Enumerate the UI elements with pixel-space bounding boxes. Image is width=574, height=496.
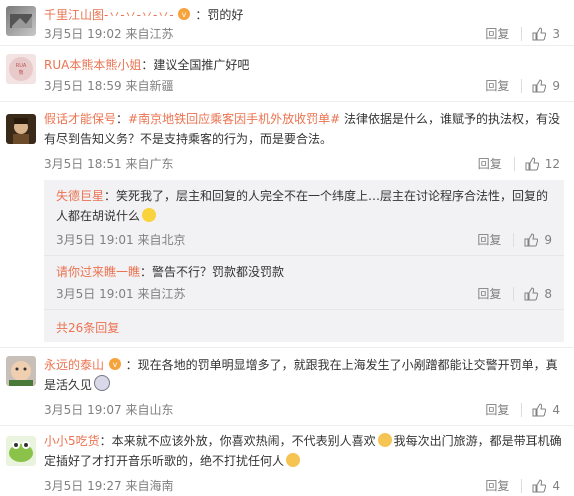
comment-source: 来自新疆 — [125, 79, 174, 93]
like-button[interactable]: 9 — [524, 233, 552, 247]
thumbs-up-icon — [532, 478, 547, 492]
svg-text:v: v — [182, 10, 187, 19]
reply-button[interactable]: 回复 — [485, 77, 509, 94]
like-button[interactable]: 3 — [532, 27, 560, 41]
avatar[interactable] — [6, 436, 36, 466]
comment-text: ：现在各地的罚单明显增多了，就跟我在上海发生了小剐蹭都能让交警开罚单，真是活久见 — [44, 358, 558, 392]
like-button[interactable]: 12 — [525, 157, 560, 171]
thumbs-up-icon — [532, 26, 547, 40]
comment-item: 小小5吃货：本来就不应该外放，你喜欢热闹，不代表别人喜欢 我每次出门旅游，都是带耳… — [0, 426, 574, 496]
divider — [521, 402, 523, 417]
like-count: 9 — [544, 232, 552, 247]
like-count: 4 — [552, 478, 560, 493]
divider — [513, 286, 515, 301]
svg-text:RUA: RUA — [16, 63, 27, 69]
like-button[interactable]: 4 — [532, 403, 560, 417]
comment-time: 3月5日 18:51 — [44, 157, 122, 171]
reply-text: ：警告不行？罚款都没罚款 — [140, 265, 285, 279]
like-count: 9 — [552, 78, 560, 93]
comment-source: 来自江苏 — [125, 27, 174, 41]
username-link[interactable]: 千里江山图-丷-丷-丷-丷- — [44, 8, 174, 22]
like-button[interactable]: 9 — [532, 79, 560, 93]
comment-source: 来自海南 — [125, 479, 174, 493]
topic-link[interactable]: #南京地铁回应乘客因手机外放收罚单# — [128, 112, 340, 126]
comment-text: ：本来就不应该外放，你喜欢热闹，不代表别人喜欢 — [99, 434, 376, 448]
thumbs-up-icon — [524, 286, 539, 300]
avatar[interactable] — [6, 114, 36, 144]
reply-button[interactable]: 回复 — [485, 401, 509, 418]
thumbs-up-icon — [532, 78, 547, 92]
shocked-emoji-icon — [94, 375, 111, 391]
reply-source: 来自北京 — [137, 233, 186, 247]
comment-time: 3月5日 19:27 — [44, 479, 122, 493]
username-link[interactable]: 永远的泰山 — [44, 358, 104, 372]
thumbs-up-icon — [525, 156, 539, 170]
reply-list: 失德巨星：笑死我了，层主和回复的人完全不在一个纬度上…层主在讨论程序合法性，回复… — [44, 180, 564, 342]
divider — [513, 156, 515, 171]
reply-button[interactable]: 回复 — [485, 25, 509, 42]
comment-time: 3月5日 18:59 — [44, 79, 122, 93]
vip-badge-icon: v — [177, 8, 191, 22]
like-button[interactable]: 4 — [532, 479, 560, 493]
reply-button[interactable]: 回复 — [477, 285, 501, 302]
reply-item: 请你过来瞧一瞧：警告不行？罚款都没罚款 3月5日 19:01 来自江苏 回复 8 — [44, 256, 564, 310]
comment-time: 3月5日 19:02 — [44, 27, 122, 41]
divider — [521, 26, 523, 41]
username-link[interactable]: RUA本熊本熊小姐 — [44, 58, 141, 72]
svg-text:v: v — [112, 360, 117, 369]
comment-text: ：建议全国推广好吧 — [141, 58, 250, 72]
thumbs-up-icon — [524, 232, 539, 246]
username-link[interactable]: 小小5吃货 — [44, 434, 100, 448]
comment-source: 来自广东 — [125, 157, 174, 171]
reply-button[interactable]: 回复 — [478, 155, 502, 172]
more-replies-link[interactable]: 共26条回复 — [56, 319, 119, 336]
username-link[interactable]: 请你过来瞧一瞧 — [56, 265, 140, 279]
comment-source: 来自山东 — [125, 403, 174, 417]
avatar[interactable]: RUA 熊 — [6, 54, 36, 84]
thumbs-up-icon — [532, 402, 547, 416]
comment-item: 假话才能保号：#南京地铁回应乘客因手机外放收罚单# 法律依据是什么，谁赋予的执法… — [0, 102, 574, 348]
reply-time: 3月5日 19:01 — [56, 233, 134, 247]
reply-text: ：笑死我了，层主和回复的人完全不在一个纬度上…层主在讨论程序合法性，回复的人都在… — [56, 189, 549, 223]
avatar[interactable] — [6, 6, 36, 36]
username-link[interactable]: 假话才能保号 — [44, 112, 116, 126]
divider — [521, 478, 523, 493]
comment-text: ：罚的好 — [195, 8, 244, 22]
reply-source: 来自江苏 — [137, 287, 186, 301]
like-count: 3 — [552, 26, 560, 41]
avatar[interactable] — [6, 356, 36, 386]
divider — [521, 78, 523, 93]
vip-badge-icon: v — [108, 358, 122, 372]
sweat-emoji-icon — [142, 208, 157, 222]
divider — [513, 232, 515, 247]
reply-item: 失德巨星：笑死我了，层主和回复的人完全不在一个纬度上…层主在讨论程序合法性，回复… — [44, 180, 564, 256]
comment-item: 永远的泰山 v ：现在各地的罚单明显增多了，就跟我在上海发生了小剐蹭都能让交警开… — [0, 348, 574, 426]
username-link[interactable]: 失德巨星 — [56, 189, 104, 203]
cat-emoji-icon — [286, 453, 301, 467]
comment-time: 3月5日 19:07 — [44, 403, 122, 417]
comment-list: 千里江山图-丷-丷-丷-丷- v ：罚的好 3月5日 19:02 来自江苏 回复… — [0, 0, 574, 496]
svg-text:熊: 熊 — [18, 69, 23, 76]
reply-button[interactable]: 回复 — [477, 231, 501, 248]
like-count: 4 — [552, 402, 560, 417]
cat-emoji-icon — [377, 433, 392, 447]
comment-item: 千里江山图-丷-丷-丷-丷- v ：罚的好 3月5日 19:02 来自江苏 回复… — [0, 0, 574, 46]
like-count: 12 — [544, 156, 560, 171]
comment-item: RUA 熊 RUA本熊本熊小姐：建议全国推广好吧 3月5日 18:59 来自新疆 … — [0, 46, 574, 102]
reply-button[interactable]: 回复 — [485, 477, 509, 494]
like-count: 8 — [544, 286, 552, 301]
reply-time: 3月5日 19:01 — [56, 287, 134, 301]
like-button[interactable]: 8 — [524, 287, 552, 301]
